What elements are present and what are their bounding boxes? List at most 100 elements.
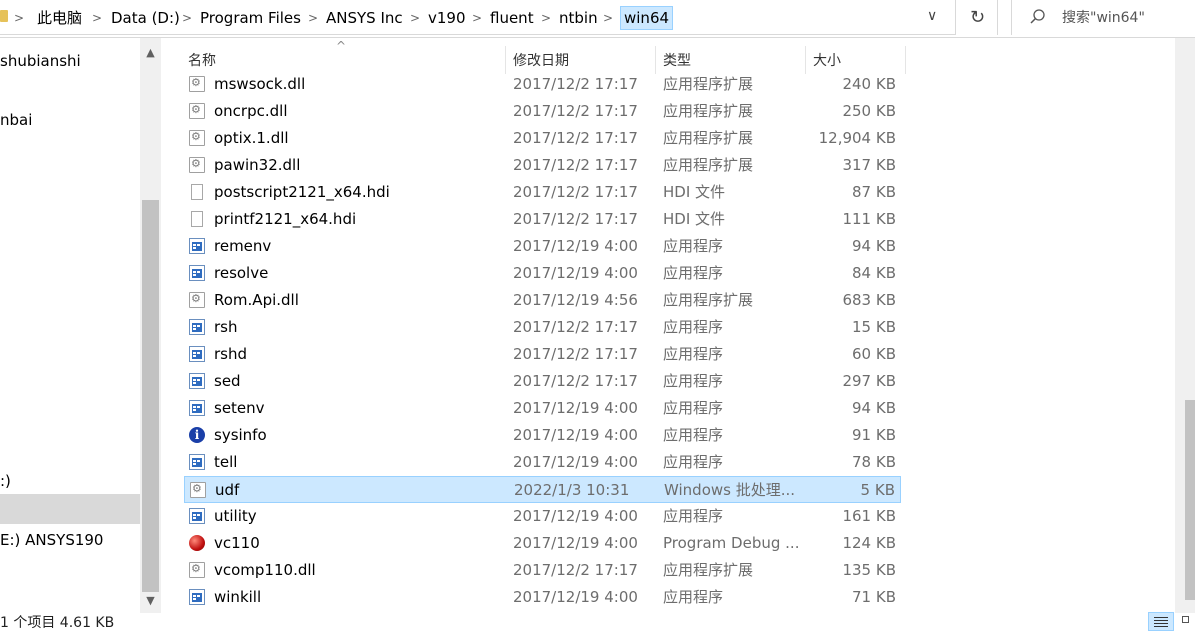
exe-window-icon bbox=[189, 454, 205, 470]
file-row[interactable]: winkill 2017/12/19 4:00 应用程序 71 KB bbox=[184, 584, 901, 611]
file-row[interactable]: vcomp110.dll 2017/12/2 17:17 应用程序扩展 135 KB bbox=[184, 557, 901, 584]
breadcrumb-win64[interactable]: win64 bbox=[620, 6, 674, 30]
file-row[interactable]: utility 2017/12/19 4:00 应用程序 161 KB bbox=[184, 503, 901, 530]
file-type: HDI 文件 bbox=[663, 183, 726, 201]
breadcrumb-ntbin[interactable]: ntbin bbox=[559, 8, 598, 28]
file-date-modified: 2017/12/19 4:00 bbox=[513, 264, 638, 282]
file-row[interactable]: optix.1.dll 2017/12/2 17:17 应用程序扩展 12,904 K… bbox=[184, 125, 901, 152]
file-name: sed bbox=[214, 372, 241, 390]
scroll-down-icon[interactable]: ▼ bbox=[140, 594, 161, 607]
status-text: 1 个项目 4.61 KB bbox=[0, 615, 115, 631]
large-icons-view-icon[interactable] bbox=[1178, 612, 1195, 631]
breadcrumb-separator[interactable]: > bbox=[14, 8, 24, 28]
search-placeholder[interactable]: 搜索"win64" bbox=[1062, 8, 1145, 28]
file-row[interactable]: Rom.Api.dll 2017/12/19 4:56 应用程序扩展 683 KB bbox=[184, 287, 901, 314]
file-row[interactable]: rshd 2017/12/2 17:17 应用程序 60 KB bbox=[184, 341, 901, 368]
file-name: winkill bbox=[214, 588, 262, 606]
column-divider[interactable] bbox=[655, 46, 656, 74]
file-name: tell bbox=[214, 453, 238, 471]
nav-item-drive[interactable]: :) bbox=[0, 471, 11, 491]
nav-item-shubianshi[interactable]: shubianshi bbox=[0, 51, 81, 71]
search-input[interactable]: 搜索"win64" bbox=[1011, 0, 1195, 35]
file-row[interactable]: udf 2022/1/3 10:31 Windows 批处理... 5 KB bbox=[184, 476, 901, 503]
file-date-modified: 2017/12/19 4:00 bbox=[513, 507, 638, 525]
file-row[interactable]: resolve 2017/12/19 4:00 应用程序 84 KB bbox=[184, 260, 901, 287]
dll-gear-icon bbox=[189, 157, 205, 173]
file-date-modified: 2017/12/2 17:17 bbox=[513, 102, 638, 120]
file-row[interactable]: pawin32.dll 2017/12/2 17:17 应用程序扩展 317 KB bbox=[184, 152, 901, 179]
file-row[interactable]: sed 2017/12/2 17:17 应用程序 297 KB bbox=[184, 368, 901, 395]
column-divider[interactable] bbox=[905, 46, 906, 74]
search-icon bbox=[1030, 9, 1045, 24]
breadcrumb-separator[interactable]: > bbox=[410, 8, 420, 28]
breadcrumb-separator[interactable]: > bbox=[472, 8, 482, 28]
status-bar: 1 个项目 4.61 KB bbox=[0, 613, 1195, 631]
file-size: 60 KB bbox=[852, 345, 896, 363]
file-row[interactable]: vc110 2017/12/19 4:00 Program Debug ... 124… bbox=[184, 530, 901, 557]
breadcrumb-separator[interactable]: > bbox=[603, 8, 613, 28]
breadcrumb-ansys-inc[interactable]: ANSYS Inc bbox=[326, 8, 403, 28]
file-name: mswsock.dll bbox=[214, 75, 306, 93]
breadcrumb[interactable]: > 此电脑 > Data (D:) > Program Files > ANSY… bbox=[0, 0, 956, 35]
column-header-size[interactable]: 大小 bbox=[813, 52, 841, 70]
column-header-date[interactable]: 修改日期 bbox=[513, 52, 569, 70]
breadcrumb-separator[interactable]: > bbox=[308, 8, 318, 28]
breadcrumb-separator[interactable]: > bbox=[541, 8, 551, 28]
file-row[interactable]: postscript2121_x64.hdi 2017/12/2 17:17 HDI… bbox=[184, 179, 901, 206]
file-row[interactable]: printf2121_x64.hdi 2017/12/2 17:17 HDI 文件 1… bbox=[184, 206, 901, 233]
file-size: 297 KB bbox=[842, 372, 896, 390]
file-type: 应用程序扩展 bbox=[663, 129, 754, 147]
file-name: optix.1.dll bbox=[214, 129, 289, 147]
file-date-modified: 2022/1/3 10:31 bbox=[514, 481, 630, 499]
file-name: oncrpc.dll bbox=[214, 102, 288, 120]
file-date-modified: 2017/12/2 17:17 bbox=[513, 183, 638, 201]
file-type: 应用程序扩展 bbox=[663, 102, 754, 120]
file-size: 240 KB bbox=[842, 75, 896, 93]
scroll-up-icon[interactable]: ▲ bbox=[140, 46, 161, 59]
file-row[interactable]: rsh 2017/12/2 17:17 应用程序 15 KB bbox=[184, 314, 901, 341]
file-name: utility bbox=[214, 507, 257, 525]
file-type: 应用程序扩展 bbox=[663, 291, 754, 309]
breadcrumb-separator[interactable]: > bbox=[182, 8, 192, 28]
file-type: 应用程序 bbox=[663, 264, 724, 282]
column-header-type[interactable]: 类型 bbox=[663, 52, 691, 70]
file-name: pawin32.dll bbox=[214, 156, 301, 174]
file-type: HDI 文件 bbox=[663, 210, 726, 228]
breadcrumb-program-files[interactable]: Program Files bbox=[200, 8, 301, 28]
nav-scrollbar-thumb[interactable] bbox=[142, 200, 159, 592]
file-row[interactable]: remenv 2017/12/19 4:00 应用程序 94 KB bbox=[184, 233, 901, 260]
file-row[interactable]: mswsock.dll 2017/12/2 17:17 应用程序扩展 240 KB bbox=[184, 71, 901, 98]
nav-item-ansys190[interactable]: E:) ANSYS190 bbox=[0, 530, 103, 550]
file-size: 84 KB bbox=[852, 264, 896, 282]
breadcrumb-fluent[interactable]: fluent bbox=[490, 8, 534, 28]
file-date-modified: 2017/12/19 4:00 bbox=[513, 237, 638, 255]
file-size: 161 KB bbox=[842, 507, 896, 525]
file-size: 135 KB bbox=[842, 561, 896, 579]
exe-window-icon bbox=[189, 238, 205, 254]
column-header-name[interactable]: 名称 bbox=[188, 52, 216, 70]
file-row[interactable]: i sysinfo 2017/12/19 4:00 应用程序 91 KB bbox=[184, 422, 901, 449]
file-size: 683 KB bbox=[842, 291, 896, 309]
breadcrumb-data-d[interactable]: Data (D:) bbox=[111, 8, 180, 28]
refresh-button[interactable]: ↻ bbox=[958, 0, 998, 35]
file-row[interactable]: setenv 2017/12/19 4:00 应用程序 94 KB bbox=[184, 395, 901, 422]
file-row[interactable]: tell 2017/12/19 4:00 应用程序 78 KB bbox=[184, 449, 901, 476]
column-divider[interactable] bbox=[805, 46, 806, 74]
file-list-scrollbar-thumb[interactable] bbox=[1185, 400, 1195, 600]
exe-window-icon bbox=[189, 373, 205, 389]
details-view-icon[interactable] bbox=[1148, 612, 1174, 631]
breadcrumb-v190[interactable]: v190 bbox=[428, 8, 466, 28]
column-divider[interactable] bbox=[505, 46, 506, 74]
batch-gear-icon bbox=[190, 482, 206, 498]
breadcrumb-separator[interactable]: > bbox=[92, 8, 102, 28]
file-name: vc110 bbox=[214, 534, 260, 552]
exe-window-icon bbox=[189, 346, 205, 362]
exe-window-icon bbox=[189, 265, 205, 281]
file-row[interactable]: oncrpc.dll 2017/12/2 17:17 应用程序扩展 250 KB bbox=[184, 98, 901, 125]
file-date-modified: 2017/12/19 4:56 bbox=[513, 291, 638, 309]
nav-item-nbai[interactable]: nbai bbox=[0, 110, 32, 130]
breadcrumb-this-pc[interactable]: 此电脑 bbox=[37, 8, 82, 28]
file-date-modified: 2017/12/19 4:00 bbox=[513, 588, 638, 606]
chevron-down-icon[interactable]: ∨ bbox=[927, 8, 937, 24]
nav-selected-item[interactable] bbox=[0, 494, 140, 524]
